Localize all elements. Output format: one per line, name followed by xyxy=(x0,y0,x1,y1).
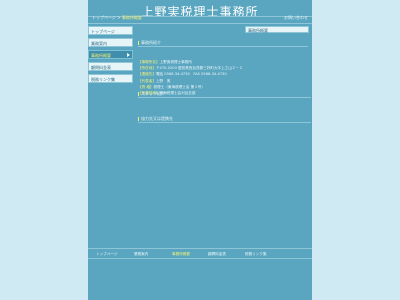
sidebar-item-fees[interactable]: 顧問料金表 xyxy=(88,62,133,71)
page-frame: 上野実税理士事務所 トップページ > 事務所概要 お問い合わせ トップページ 業… xyxy=(88,0,312,300)
info-key: 【所在地】 xyxy=(138,66,156,71)
sidebar-item-label: トップページ xyxy=(91,29,115,34)
sidebar-item-top[interactable]: トップページ xyxy=(88,26,133,35)
info-key: 【連絡先】 xyxy=(138,72,156,77)
info-key: 【資 格】 xyxy=(138,84,154,89)
breadcrumb-current: 事務所概要 xyxy=(121,15,142,20)
sidebar-item-links[interactable]: 税務リンク集 xyxy=(88,74,133,83)
sidebar-item-services[interactable]: 業務案内 xyxy=(88,38,133,47)
office-heading: 事務所紹介 xyxy=(138,40,308,47)
sidebar-item-label: 事務所概要 xyxy=(91,53,111,58)
triangle-right-icon xyxy=(127,53,130,57)
breadcrumb: トップページ > 事務所概要 xyxy=(92,15,142,21)
sidebar-item-label: 税務リンク集 xyxy=(91,77,115,82)
footer-link-services[interactable]: 業務案内 xyxy=(134,252,148,257)
info-value: 上野実税理士事務所 xyxy=(159,60,192,64)
footer-divider xyxy=(88,258,312,259)
sidebar: トップページ 業務案内 事務所概要 顧問料金表 税務リンク集 xyxy=(88,26,133,86)
section-tab: 事務所概要 xyxy=(245,26,309,33)
footer-link-fees[interactable]: 顧問料金表 xyxy=(208,252,226,257)
footer-link-office[interactable]: 事務所概要 xyxy=(172,252,190,257)
info-value: 上野 実 xyxy=(155,78,171,83)
info-value: 〒470-0204 愛知県西加茂郡三好町大字上之山２－１ xyxy=(155,66,243,71)
partner-heading: 協力先又は提携先 xyxy=(138,116,311,123)
contact-link[interactable]: お問い合わせ xyxy=(284,15,308,21)
sidebar-item-label: 顧問料金表 xyxy=(91,65,111,70)
sidebar-item-office[interactable]: 事務所概要 xyxy=(88,50,133,59)
info-key: 【代表者】 xyxy=(138,78,156,83)
info-value: 電話 0566-34-4730 FAX 0566-34-4730 xyxy=(155,72,227,77)
info-key: 【事務所名】 xyxy=(138,60,160,64)
footer-link-links[interactable]: 税務リンク集 xyxy=(245,252,267,257)
main-content: 事務所紹介 【事務所名】上野実税理士事務所 【所在地】〒470-0204 愛知県… xyxy=(138,40,311,123)
breadcrumb-home-link[interactable]: トップページ xyxy=(92,15,116,20)
footer-link-top[interactable]: トップページ xyxy=(96,252,118,257)
sidebar-item-label: 業務案内 xyxy=(91,41,107,46)
info-value: 税理士（東海税理士会 第１号） xyxy=(153,84,205,89)
staff-heading: スタッフ紹介 xyxy=(138,91,311,98)
